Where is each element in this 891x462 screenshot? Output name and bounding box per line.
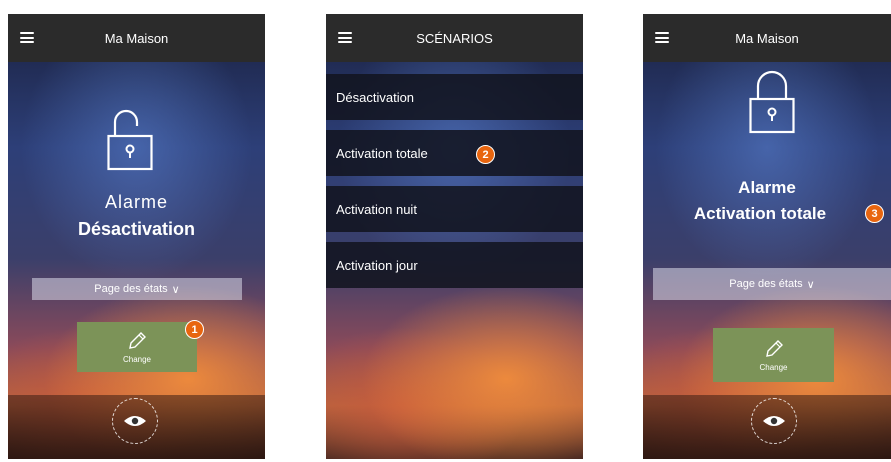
states-page-label: Page des états bbox=[94, 283, 168, 295]
screen-alarm-deactivated: Ma Maison Alarme Désactivation Page des … bbox=[8, 14, 265, 459]
change-button-label: Change bbox=[122, 354, 152, 364]
alarm-label: Alarme bbox=[104, 192, 168, 212]
scenario-item-activation-totale[interactable]: Activation totale bbox=[326, 130, 583, 176]
unlocked-padlock-icon bbox=[107, 106, 153, 172]
pencil-icon bbox=[765, 339, 783, 357]
step-badge: 3 bbox=[865, 204, 884, 223]
view-eye-button[interactable] bbox=[751, 398, 797, 444]
scenario-label: Activation totale bbox=[336, 145, 428, 161]
chevron-down-icon: ∨ bbox=[171, 283, 180, 296]
screen-alarm-activated: Ma Maison Alarme Activation totale Page … bbox=[643, 14, 891, 459]
scenario-label: Activation nuit bbox=[336, 201, 417, 217]
top-bar: Ma Maison bbox=[8, 14, 265, 62]
step-badge: 1 bbox=[185, 320, 204, 339]
top-bar: SCÉNARIOS bbox=[326, 14, 583, 62]
change-button[interactable]: Change bbox=[77, 322, 197, 372]
view-eye-button[interactable] bbox=[112, 398, 158, 444]
scenario-label: Désactivation bbox=[336, 89, 415, 105]
scenario-item-activation-nuit[interactable]: Activation nuit bbox=[326, 186, 583, 232]
screen-scenarios: SCÉNARIOS Désactivation Activation total… bbox=[326, 14, 583, 459]
alarm-label: Alarme bbox=[738, 178, 796, 197]
states-page-dropdown[interactable]: Page des états ∨ bbox=[32, 278, 242, 300]
page-title: SCÉNARIOS bbox=[416, 30, 493, 46]
alarm-state: Activation totale bbox=[693, 204, 827, 223]
locked-padlock-icon bbox=[749, 69, 795, 135]
scenario-label: Activation jour bbox=[336, 257, 418, 273]
page-title: Ma Maison bbox=[735, 30, 799, 46]
hamburger-menu-icon[interactable] bbox=[338, 32, 352, 43]
eye-icon bbox=[124, 416, 146, 426]
scenario-item-activation-jour[interactable]: Activation jour bbox=[326, 242, 583, 288]
hamburger-menu-icon[interactable] bbox=[20, 32, 34, 43]
top-bar: Ma Maison bbox=[643, 14, 891, 62]
page-title: Ma Maison bbox=[104, 30, 169, 46]
change-button[interactable]: Change bbox=[713, 328, 834, 382]
states-page-dropdown[interactable]: Page des états ∨ bbox=[653, 268, 891, 300]
pencil-icon bbox=[129, 331, 146, 349]
eye-icon bbox=[763, 416, 785, 426]
scenario-item-desactivation[interactable]: Désactivation bbox=[326, 74, 583, 120]
change-button-label: Change bbox=[759, 362, 788, 372]
alarm-state: Désactivation bbox=[77, 219, 196, 239]
step-badge: 2 bbox=[476, 145, 495, 164]
chevron-down-icon: ∨ bbox=[806, 278, 815, 291]
hamburger-menu-icon[interactable] bbox=[655, 32, 669, 43]
states-page-label: Page des états bbox=[729, 278, 803, 290]
